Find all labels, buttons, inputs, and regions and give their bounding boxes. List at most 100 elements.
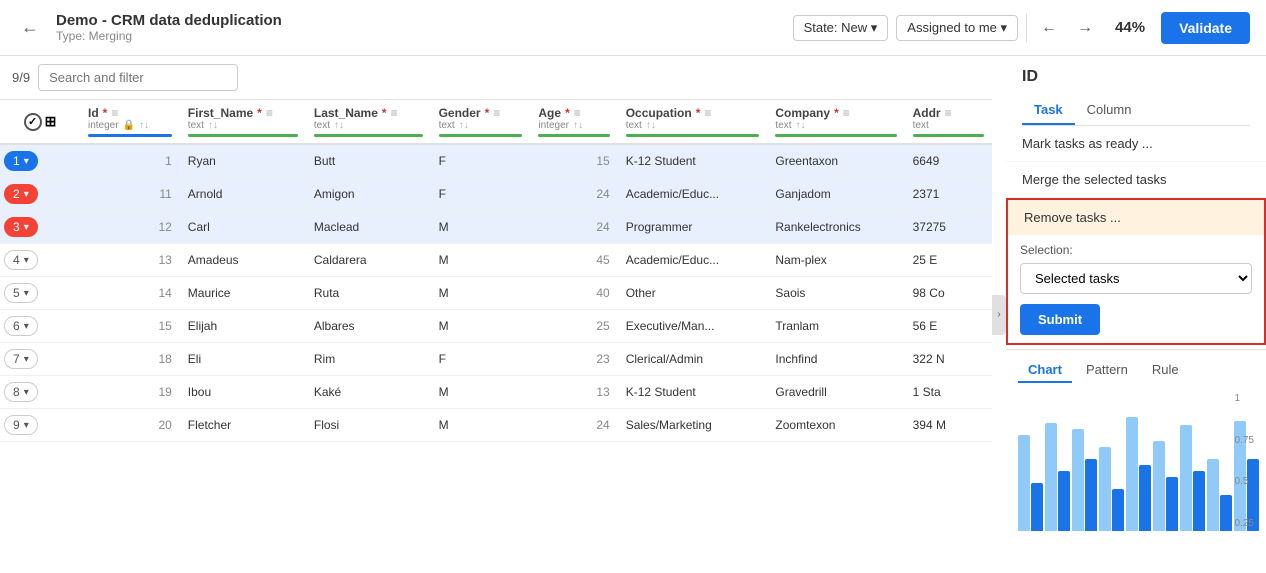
col-menu-icon-occ[interactable]: ≡ xyxy=(704,106,711,120)
validate-button[interactable]: Validate xyxy=(1161,12,1250,44)
cell-addr: 37275 xyxy=(905,211,992,244)
table-row: 9 ▾ 20 Fletcher Flosi M 24 Sales/Marketi… xyxy=(0,409,992,442)
row-badge[interactable]: 9 ▾ xyxy=(4,415,38,435)
badge-cell: 6 ▾ xyxy=(0,310,80,343)
sort-icon-occ[interactable]: ↑↓ xyxy=(646,120,656,131)
app-subtitle: Type: Merging xyxy=(56,29,781,43)
badge-cell: 5 ▾ xyxy=(0,277,80,310)
chart-bar-group xyxy=(1072,429,1097,531)
cell-firstname: Maurice xyxy=(180,277,306,310)
cell-age: 24 xyxy=(530,211,617,244)
bottom-tab-pattern[interactable]: Pattern xyxy=(1076,358,1138,383)
cell-addr: 1 Sta xyxy=(905,376,992,409)
row-badge[interactable]: 7 ▾ xyxy=(4,349,38,369)
cell-age: 13 xyxy=(530,376,617,409)
chart-bar-group xyxy=(1045,423,1070,531)
cell-gender: M xyxy=(431,310,531,343)
cell-addr: 56 E xyxy=(905,310,992,343)
col-menu-icon-gender[interactable]: ≡ xyxy=(493,106,500,120)
cell-gender: M xyxy=(431,244,531,277)
submit-button[interactable]: Submit xyxy=(1020,304,1100,335)
assigned-button[interactable]: Assigned to me ▾ xyxy=(896,15,1018,41)
cell-addr: 25 E xyxy=(905,244,992,277)
col-menu-icon-addr[interactable]: ≡ xyxy=(945,106,952,120)
cell-age: 23 xyxy=(530,343,617,376)
chart-bar xyxy=(1139,465,1151,531)
sort-icon-ln[interactable]: ↑↓ xyxy=(334,120,344,131)
cell-gender: M xyxy=(431,277,531,310)
collapse-icon: › xyxy=(997,309,1000,320)
cell-id: 20 xyxy=(80,409,180,442)
cell-occupation: Academic/Educ... xyxy=(618,178,768,211)
table-row: 8 ▾ 19 Ibou Kaké M 13 K-12 Student Grave… xyxy=(0,376,992,409)
bottom-tab-chart[interactable]: Chart xyxy=(1018,358,1072,383)
cell-company: Gravedrill xyxy=(767,376,904,409)
menu-item-mark-ready[interactable]: Mark tasks as ready ... xyxy=(1006,126,1266,162)
cell-lastname: Rim xyxy=(306,343,431,376)
col-menu-icon-age[interactable]: ≡ xyxy=(574,106,581,120)
nav-forward-button[interactable]: → xyxy=(1071,14,1099,42)
right-panel-header: ID Task Column xyxy=(1006,56,1266,126)
col-menu-icon-fn[interactable]: ≡ xyxy=(266,106,273,120)
sort-icon-age[interactable]: ↑↓ xyxy=(573,120,583,131)
tabs-row: Task Column xyxy=(1022,96,1250,126)
state-button[interactable]: State: New ▾ xyxy=(793,15,889,41)
cell-company: Zoomtexon xyxy=(767,409,904,442)
row-badge[interactable]: 3 ▾ xyxy=(4,217,38,237)
sort-icon-id[interactable]: ↑↓ xyxy=(139,120,149,131)
columns-icon[interactable]: ⊞ xyxy=(45,113,57,130)
menu-item-merge[interactable]: Merge the selected tasks xyxy=(1006,162,1266,198)
chart-y-labels: 1 0.75 0.5 0.25 xyxy=(1235,391,1254,531)
chart-bar-group xyxy=(1207,459,1232,531)
chart-bar-group xyxy=(1099,447,1124,531)
sort-icon-company[interactable]: ↑↓ xyxy=(796,120,806,131)
chart-bar xyxy=(1220,495,1232,531)
row-badge[interactable]: 5 ▾ xyxy=(4,283,38,303)
sort-icon-fn[interactable]: ↑↓ xyxy=(208,120,218,131)
row-badge[interactable]: 6 ▾ xyxy=(4,316,38,336)
badge-cell: 8 ▾ xyxy=(0,376,80,409)
cell-addr: 322 N xyxy=(905,343,992,376)
header-title: Demo - CRM data deduplication Type: Merg… xyxy=(56,12,781,43)
row-badge[interactable]: 2 ▾ xyxy=(4,184,38,204)
table-wrapper: ✓ ⊞ Id*≡ integer🔒↑↓ xyxy=(0,100,992,573)
menu-item-remove[interactable]: Remove tasks ... xyxy=(1008,200,1264,235)
collapse-button[interactable]: › xyxy=(992,295,1006,335)
search-input[interactable] xyxy=(38,64,238,91)
cell-lastname: Albares xyxy=(306,310,431,343)
nav-back-button[interactable]: ← xyxy=(1035,14,1063,42)
cell-occupation: Clerical/Admin xyxy=(618,343,768,376)
badge-cell: 1 ▾ xyxy=(0,144,80,178)
cell-gender: F xyxy=(431,144,531,178)
sort-icon-gender[interactable]: ↑↓ xyxy=(459,120,469,131)
selection-area: Selection: Selected tasks All tasks Read… xyxy=(1008,235,1264,343)
selection-dropdown[interactable]: Selected tasks All tasks Ready tasks xyxy=(1020,263,1252,294)
row-badge[interactable]: 4 ▾ xyxy=(4,250,38,270)
chart-bar xyxy=(1180,425,1192,531)
cell-lastname: Butt xyxy=(306,144,431,178)
collapse-area: › xyxy=(992,56,1006,573)
chart-bar xyxy=(1085,459,1097,531)
cell-age: 24 xyxy=(530,409,617,442)
cell-lastname: Flosi xyxy=(306,409,431,442)
col-menu-icon-id[interactable]: ≡ xyxy=(111,106,118,120)
back-button[interactable]: ← xyxy=(16,14,44,42)
cell-id: 13 xyxy=(80,244,180,277)
row-badge[interactable]: 8 ▾ xyxy=(4,382,38,402)
cell-occupation: K-12 Student xyxy=(618,144,768,178)
cell-firstname: Elijah xyxy=(180,310,306,343)
chart-bar xyxy=(1031,483,1043,531)
col-menu-icon-company[interactable]: ≡ xyxy=(843,106,850,120)
cell-firstname: Amadeus xyxy=(180,244,306,277)
cell-occupation: Executive/Man... xyxy=(618,310,768,343)
tab-task[interactable]: Task xyxy=(1022,96,1075,125)
panel-top: 9/9 xyxy=(0,56,992,100)
row-badge[interactable]: 1 ▾ xyxy=(4,151,38,171)
check-all-icon[interactable]: ✓ xyxy=(24,113,42,131)
col-menu-icon-ln[interactable]: ≡ xyxy=(391,106,398,120)
bottom-tab-rule[interactable]: Rule xyxy=(1142,358,1189,383)
chart-bar-group xyxy=(1180,425,1205,531)
left-panel: 9/9 ✓ ⊞ xyxy=(0,56,992,573)
tab-column[interactable]: Column xyxy=(1075,96,1144,125)
col-header-id: Id*≡ integer🔒↑↓ xyxy=(80,100,180,144)
